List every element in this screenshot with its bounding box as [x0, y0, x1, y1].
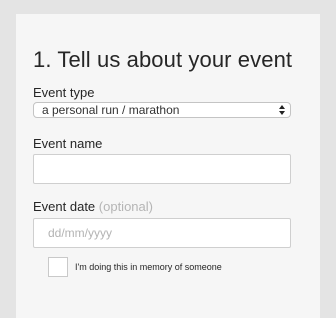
optional-note: (optional) [98, 199, 153, 214]
form-title: 1. Tell us about your event [33, 47, 293, 72]
event-name-input[interactable] [33, 154, 291, 184]
up-down-arrows-icon [279, 105, 285, 115]
event-date-input[interactable] [33, 218, 291, 248]
event-type-selected-value: a personal run / marathon [42, 103, 180, 117]
event-type-select[interactable]: a personal run / marathon [33, 102, 291, 118]
event-type-label: Event type [33, 85, 95, 100]
event-date-label-text: Event date [33, 199, 96, 214]
event-name-label: Event name [33, 136, 103, 151]
memory-checkbox[interactable] [48, 257, 68, 277]
event-date-label: Event date (optional) [33, 199, 153, 214]
memory-checkbox-label: I'm doing this in memory of someone [75, 262, 222, 272]
